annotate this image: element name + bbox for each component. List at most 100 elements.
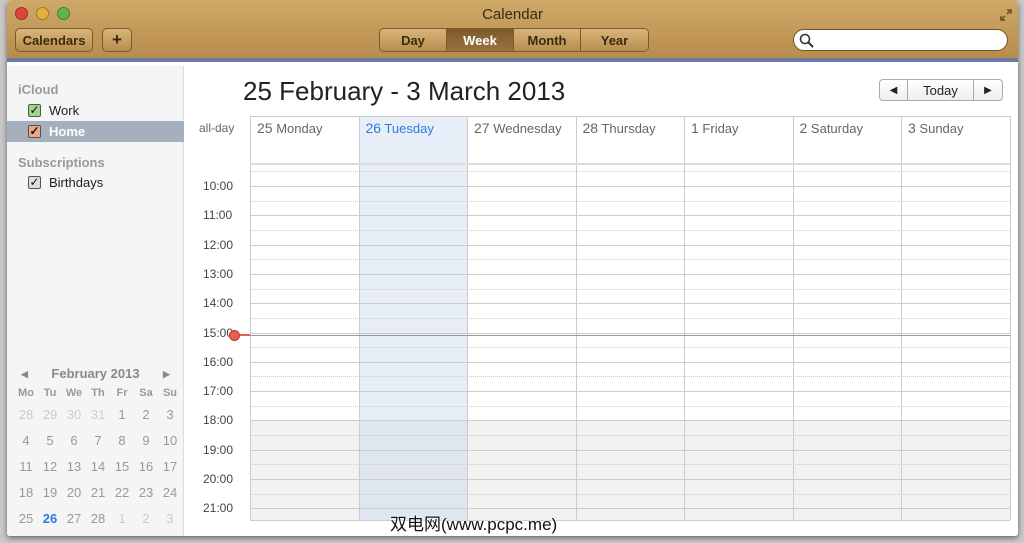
- day-name: Sunday: [919, 121, 964, 136]
- mini-day[interactable]: 16: [134, 454, 158, 480]
- sidebar-item-work[interactable]: ✓ Work: [7, 100, 184, 121]
- current-time-line: [233, 334, 1010, 336]
- hour-line: [250, 449, 1010, 451]
- day-header[interactable]: 27 Wednesday: [474, 120, 562, 136]
- hour-line: [250, 420, 1010, 422]
- day-number: 2: [799, 120, 808, 136]
- day-header[interactable]: 25 Monday: [257, 120, 322, 136]
- hour-label: 20:00: [203, 472, 234, 486]
- half-hour-line: [250, 493, 1010, 495]
- checkbox-icon[interactable]: ✓: [28, 104, 41, 117]
- hour-line: [250, 244, 1010, 246]
- mini-day[interactable]: 22: [110, 480, 134, 506]
- search-input[interactable]: [793, 29, 1008, 51]
- mini-grid: Mo Tu We Th Fr Sa Su 28 29 30 31 1 2 3 4 5 6 7 8 9 10 11 12 13 1…: [14, 384, 184, 532]
- day-header[interactable]: 28 Thursday: [583, 120, 656, 136]
- tab-week[interactable]: Week: [447, 29, 514, 51]
- item-label: Home: [49, 124, 86, 139]
- half-hour-line: [250, 200, 1010, 202]
- mini-day[interactable]: 9: [134, 428, 158, 454]
- sidebar: iCloud ✓ Work ✓ Home Subscriptions ✓ Birthd…: [7, 66, 184, 536]
- mini-day[interactable]: 6: [62, 428, 86, 454]
- hour-line: [250, 361, 1010, 363]
- mini-day[interactable]: 23: [134, 480, 158, 506]
- mini-day[interactable]: 3: [158, 506, 182, 532]
- day-number: 3: [908, 120, 916, 136]
- day-name: Thursday: [601, 121, 656, 136]
- hour-line: [250, 479, 1010, 480]
- dow-label: We: [65, 387, 83, 399]
- mini-day[interactable]: 20: [62, 480, 86, 506]
- dow-label: Mo: [18, 387, 34, 399]
- half-hour-line: [250, 288, 1010, 290]
- next-month-button[interactable]: ▶: [163, 369, 170, 380]
- current-time-tick: [240, 333, 250, 336]
- hour-label: 11:00: [203, 208, 233, 223]
- checkbox-icon[interactable]: ✓: [28, 176, 41, 189]
- mini-day[interactable]: 15: [110, 454, 134, 480]
- mini-day[interactable]: 25: [14, 506, 38, 532]
- mini-day[interactable]: 17: [158, 454, 182, 480]
- half-hour-line: [250, 229, 1010, 231]
- dow-label: Th: [91, 387, 105, 399]
- grid-border: [250, 116, 1010, 117]
- mini-day[interactable]: 24: [158, 480, 182, 506]
- sidebar-item-home[interactable]: ✓ Home: [7, 121, 184, 142]
- tab-year[interactable]: Year: [581, 29, 648, 51]
- day-name: Tuesday: [384, 121, 434, 136]
- mini-day[interactable]: 21: [86, 480, 110, 506]
- mini-day[interactable]: 1: [110, 506, 134, 532]
- mini-day[interactable]: 4: [14, 428, 38, 454]
- calendars-button[interactable]: Calendars: [15, 28, 93, 52]
- mini-day[interactable]: 28: [14, 402, 38, 428]
- checkbox-icon[interactable]: ✓: [28, 125, 41, 138]
- mini-day[interactable]: 13: [62, 454, 86, 480]
- day-header[interactable]: 2 Saturday: [800, 120, 863, 136]
- mini-day[interactable]: 8: [110, 428, 134, 454]
- hour-line: [250, 186, 1010, 187]
- day-header[interactable]: 26 Tuesday: [366, 120, 434, 136]
- mini-day[interactable]: 27: [62, 506, 86, 532]
- today-column-highlight: [358, 165, 467, 520]
- mini-day[interactable]: 18: [14, 480, 38, 506]
- mini-day[interactable]: 14: [86, 454, 110, 480]
- fullscreen-icon[interactable]: [999, 8, 1013, 22]
- day-header[interactable]: 3 Sunday: [908, 120, 964, 136]
- mini-day[interactable]: 19: [38, 480, 62, 506]
- prev-month-button[interactable]: ◀: [21, 369, 28, 380]
- mini-day[interactable]: 26: [38, 506, 62, 532]
- mini-day[interactable]: 2: [134, 506, 158, 532]
- mini-header: ◀ February 2013 ▶: [7, 366, 184, 384]
- mini-day[interactable]: 3: [158, 402, 182, 428]
- mini-day[interactable]: 28: [86, 506, 110, 532]
- mini-day[interactable]: 30: [62, 402, 86, 428]
- tab-day[interactable]: Day: [380, 29, 447, 51]
- mini-day[interactable]: 10: [158, 428, 182, 454]
- watermark: 双电网(www.pcpc.me): [390, 515, 558, 534]
- half-hour-line: [250, 317, 1010, 319]
- hour-label: 13:00: [203, 266, 234, 281]
- icloud-header: iCloud: [18, 82, 59, 97]
- mini-day[interactable]: 29: [38, 402, 62, 428]
- mini-day[interactable]: 2: [134, 402, 158, 428]
- calendar-window: Calendar Calendars + Day Week Month Year…: [7, 0, 1018, 536]
- hour-line: [250, 391, 1010, 393]
- day-header[interactable]: 1 Friday: [691, 120, 739, 136]
- half-hour-line: [250, 435, 1010, 437]
- mini-day[interactable]: 31: [86, 402, 110, 428]
- tab-month[interactable]: Month: [514, 29, 581, 51]
- mini-day[interactable]: 5: [38, 428, 62, 454]
- week-view: 25 February - 3 March 2013 ◀ Today ▶ 25 …: [185, 66, 1018, 536]
- mini-day[interactable]: 12: [38, 454, 62, 480]
- sidebar-item-birthdays[interactable]: ✓ Birthdays: [7, 172, 184, 193]
- hour-label: 17:00: [203, 384, 234, 399]
- window-title: Calendar: [482, 6, 543, 23]
- mini-day[interactable]: 7: [86, 428, 110, 454]
- half-hour-line: [250, 347, 1010, 349]
- add-event-button[interactable]: +: [102, 28, 132, 52]
- hour-line: [250, 303, 1010, 305]
- mini-day[interactable]: 11: [14, 454, 38, 480]
- mini-day[interactable]: 1: [110, 402, 134, 428]
- mini-title: February 2013: [51, 366, 140, 381]
- view-switcher: Day Week Month Year: [379, 28, 649, 52]
